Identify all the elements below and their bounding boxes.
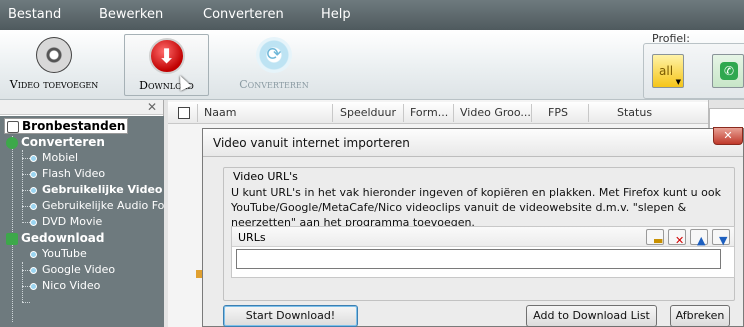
menu-bar: Bestand Bewerken Converteren Help xyxy=(0,0,744,30)
add-video-label: Video toevoegen xyxy=(9,78,99,91)
profile-all-button[interactable]: all ▼ xyxy=(652,54,684,88)
bullet-icon xyxy=(30,202,37,210)
col-formaat[interactable]: Form... xyxy=(410,106,448,119)
arrow-up-icon: ▲ xyxy=(697,234,706,247)
tree-item-dvd-movie[interactable]: DVD Movie xyxy=(30,215,102,228)
cancel-button[interactable]: Afbreken xyxy=(670,305,730,327)
dialog-titlebar: Video vanuit internet importeren ✕ xyxy=(203,127,743,157)
url-group-label: Video URL's xyxy=(231,170,300,183)
tree-converteren[interactable]: Converteren xyxy=(6,135,105,149)
menu-bewerken[interactable]: Bewerken xyxy=(99,7,163,22)
url-list-header: URLs ▬ ✕ ▲ ▼ xyxy=(232,227,734,247)
move-up-button[interactable]: ▲ xyxy=(690,229,708,247)
convert-icon xyxy=(6,136,18,149)
film-reel-icon xyxy=(36,37,72,73)
delete-x-icon: ✕ xyxy=(675,234,685,247)
col-naam[interactable]: Naam xyxy=(204,106,236,119)
start-download-button[interactable]: Start Download! xyxy=(223,305,358,327)
bullet-icon xyxy=(30,154,37,162)
tree-item-mobiel[interactable]: Mobiel xyxy=(30,151,78,164)
menu-converteren[interactable]: Converteren xyxy=(203,7,284,22)
arrow-down-icon: ▼ xyxy=(719,234,728,247)
source-tree: Bronbestanden Converteren Mobiel Flash V… xyxy=(0,116,164,327)
dialog-title: Video vanuit internet importeren xyxy=(213,136,410,150)
download-folder-icon xyxy=(6,232,18,245)
delete-url-button[interactable]: ✕ xyxy=(668,229,686,247)
menu-help[interactable]: Help xyxy=(321,7,351,22)
profile-all-text: all xyxy=(659,64,674,78)
add-video-button[interactable]: Video toevoegen xyxy=(0,34,112,96)
convert-refresh-icon: ⟳ xyxy=(256,37,292,73)
bullet-icon xyxy=(30,266,37,274)
bullet-icon xyxy=(30,186,37,194)
profile-phone-button[interactable]: ✆ xyxy=(712,54,744,88)
phone-icon: ✆ xyxy=(720,62,738,80)
url-input[interactable] xyxy=(236,249,721,269)
select-all-checkbox[interactable] xyxy=(178,107,190,119)
tree-item-nico-video[interactable]: Nico Video xyxy=(30,279,100,292)
tree-item-common-video[interactable]: Gebruikelijke Video F xyxy=(30,183,164,196)
bullet-icon xyxy=(30,218,37,226)
tree-gedownload[interactable]: Gedownload xyxy=(6,231,105,245)
convert-label: Converteren xyxy=(239,78,309,91)
bullet-icon xyxy=(30,250,37,258)
open-folder-button[interactable]: ▬ xyxy=(646,229,664,247)
tree-item-flash-video[interactable]: Flash Video xyxy=(30,167,105,180)
import-dialog: Video vanuit internet importeren ✕ Video… xyxy=(202,127,744,327)
col-speelduur[interactable]: Speelduur xyxy=(340,106,396,119)
download-label: Download xyxy=(139,79,194,92)
close-panel-icon[interactable]: ✕ xyxy=(147,100,157,114)
toolbar: Video toevoegen ⬇ Download ⟳ Converteren xyxy=(0,30,744,100)
dialog-close-button[interactable]: ✕ xyxy=(713,127,743,145)
download-button[interactable]: ⬇ Download xyxy=(124,34,209,96)
tree-root[interactable]: Bronbestanden xyxy=(4,118,129,134)
document-icon xyxy=(7,120,19,133)
menu-bestand[interactable]: Bestand xyxy=(8,7,61,22)
tree-item-common-audio[interactable]: Gebruikelijke Audio Form xyxy=(30,199,164,212)
dropdown-arrow-icon: ▼ xyxy=(675,78,681,86)
col-status[interactable]: Status xyxy=(617,106,652,119)
tree-item-google-video[interactable]: Google Video xyxy=(30,263,115,276)
urls-label: URLs xyxy=(238,231,266,244)
move-down-button[interactable]: ▼ xyxy=(712,229,730,247)
convert-button[interactable]: ⟳ Converteren xyxy=(226,34,322,96)
grid-header: Naam Speelduur Form... Video Groo... FPS… xyxy=(168,102,708,124)
source-panel-header: ✕ xyxy=(0,100,163,115)
add-to-download-list-button[interactable]: Add to Download List xyxy=(526,305,657,327)
folder-icon: ▬ xyxy=(653,234,664,247)
tree-item-youtube[interactable]: YouTube xyxy=(30,247,87,260)
bullet-icon xyxy=(30,170,37,178)
download-arrow-icon: ⬇ xyxy=(148,38,185,74)
col-fps[interactable]: FPS xyxy=(548,106,568,119)
col-video-grootte[interactable]: Video Groo... xyxy=(460,106,531,119)
bullet-icon xyxy=(30,282,37,290)
dialog-description: U kunt URL's in het vak hieronder ingeve… xyxy=(231,186,721,229)
source-panel: ✕ Bronbestanden Converteren Mobiel Flash… xyxy=(0,100,164,327)
